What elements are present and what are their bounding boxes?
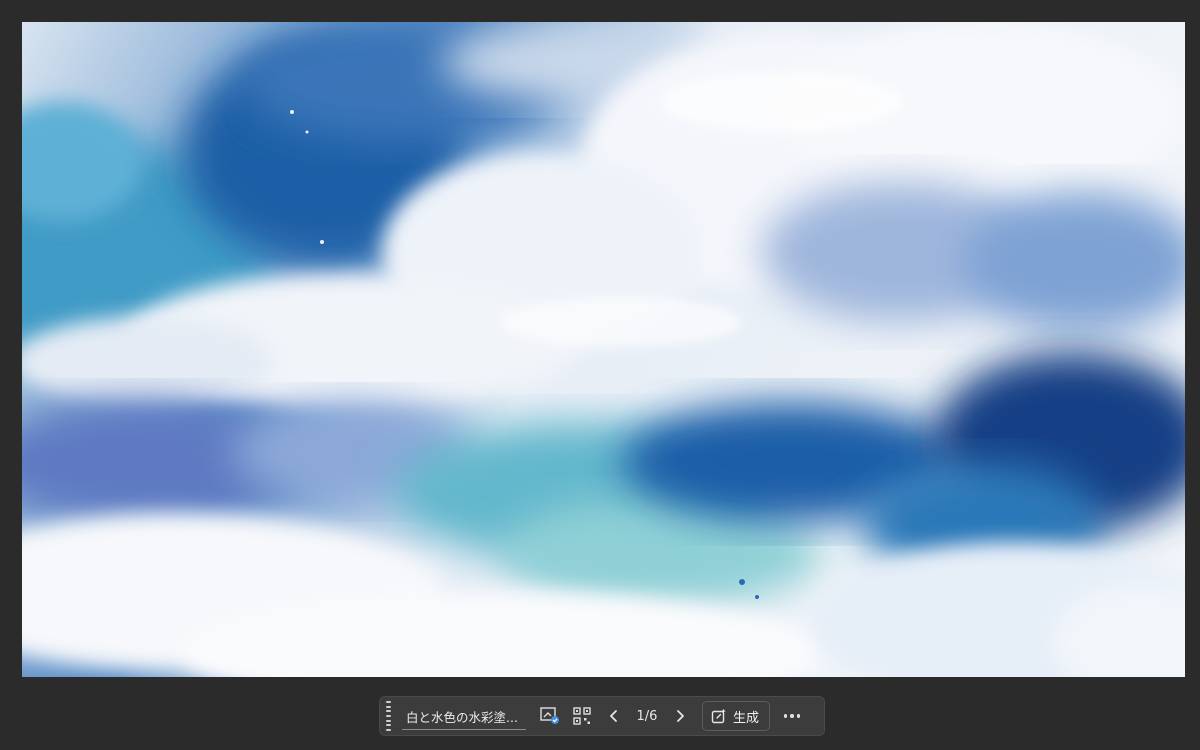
generate-button[interactable]: 生成 [702,701,771,731]
generate-similar-icon [540,707,559,724]
chevron-left-icon [610,710,617,722]
more-horizontal-icon[interactable] [776,700,808,732]
variations-grid-button[interactable] [566,700,598,732]
generate-label: 生成 [733,710,760,726]
prompt-underline [402,729,526,730]
prompt-input[interactable]: 白と水色の水彩塗... [402,702,526,730]
document-canvas: 白と水色の水彩塗... 1/6 生成 [0,0,1200,750]
variations-grid-icon [573,707,591,725]
previous-variation-button[interactable] [598,700,630,732]
watercolor-clouds-image[interactable] [22,22,1185,677]
generate-icon [711,708,726,724]
drag-handle-icon[interactable] [384,701,392,731]
generate-similar-button[interactable] [534,700,566,732]
next-variation-button[interactable] [664,700,696,732]
contextual-task-bar: 白と水色の水彩塗... 1/6 生成 [379,696,825,736]
chevron-right-icon [677,710,684,722]
variation-counter: 1/6 [636,708,658,724]
prompt-text: 白と水色の水彩塗... [406,710,518,725]
